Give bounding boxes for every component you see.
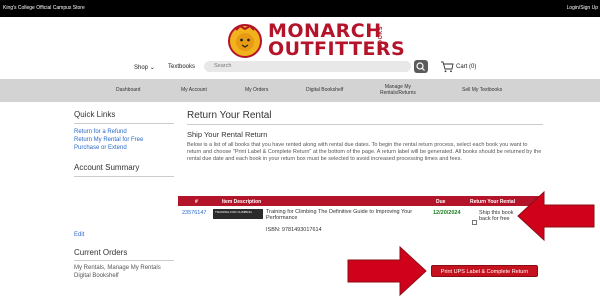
current-orders-text-2[interactable]: Digital Bookshelf <box>74 272 174 280</box>
col-number: # <box>195 199 198 205</box>
book-isbn: ISBN: 9781493017614 <box>266 227 322 233</box>
print-ups-label-button[interactable]: Print UPS Label & Complete Return <box>431 265 538 277</box>
brand-logo[interactable]: MONARCH OUTFITTERS & BOOKS <box>226 22 405 60</box>
cart-icon[interactable] <box>440 61 454 73</box>
divider <box>74 176 174 177</box>
book-title: Training for Climbing The Definitive Gui… <box>266 209 413 221</box>
menu-manage-rentals[interactable]: Manage My Rentals/Returns <box>380 84 416 96</box>
account-menu-bar: Dashboard My Account My Orders Digital B… <box>0 79 600 102</box>
rentals-table-header: # Item Description Due Return Your Renta… <box>178 196 542 206</box>
divider <box>187 124 543 125</box>
ship-back-checkbox[interactable] <box>472 220 477 225</box>
current-orders-text[interactable]: My Rentals, Manage My Rentals <box>74 264 174 272</box>
order-number-link[interactable]: 23576147 <box>182 210 206 216</box>
nav-row: Shop ⌄ Textbooks Search Cart (0) <box>0 60 600 75</box>
edit-account-link[interactable]: Edit <box>74 231 174 239</box>
sidebar-link-refund[interactable]: Return for a Refund <box>74 128 174 136</box>
textbooks-link[interactable]: Textbooks <box>168 64 195 70</box>
search-input[interactable]: Search <box>204 61 411 72</box>
menu-my-orders[interactable]: My Orders <box>245 87 268 93</box>
due-date: 12/20/2024 <box>433 210 461 216</box>
top-bar: King's College Official Campus Store Log… <box>0 0 600 17</box>
sidebar-link-return-rental[interactable]: Return My Rental for Free <box>74 136 174 144</box>
col-return: Return Your Rental <box>470 199 516 205</box>
menu-digital-bookshelf[interactable]: Digital Bookshelf <box>306 87 343 93</box>
brand-books-label: & BOOKS <box>378 26 384 56</box>
col-item-description: Item Description <box>222 199 262 205</box>
chevron-down-icon: ⌄ <box>149 65 155 71</box>
menu-dashboard[interactable]: Dashboard <box>116 87 140 93</box>
annotation-arrow-right-icon <box>517 190 595 242</box>
sidebar: Quick Links Return for a Refund Return M… <box>74 110 174 280</box>
instructions-text: Below is a list of all books that you ha… <box>187 142 542 162</box>
sidebar-link-purchase-extend[interactable]: Purchase or Extend <box>74 144 174 152</box>
main-content: Return Your Rental Ship Your Rental Retu… <box>187 110 543 163</box>
current-orders-title: Current Orders <box>74 248 128 257</box>
search-icon <box>416 62 425 71</box>
lion-logo-icon <box>228 24 262 58</box>
col-due: Due <box>436 199 446 205</box>
section-subtitle: Ship Your Rental Return <box>187 130 268 139</box>
divider <box>74 123 174 124</box>
book-cover-thumbnail: TRAINING FOR CLIMBING <box>213 209 263 219</box>
divider <box>74 260 174 261</box>
table-row: 23576147 TRAINING FOR CLIMBING Training … <box>178 207 542 233</box>
page-title: Return Your Rental <box>187 110 272 121</box>
menu-my-account[interactable]: My Account <box>181 87 207 93</box>
cart-link[interactable]: Cart (0) <box>456 64 476 70</box>
shop-menu[interactable]: Shop ⌄ <box>134 64 155 71</box>
store-name[interactable]: King's College Official Campus Store <box>3 5 85 11</box>
menu-sell-textbooks[interactable]: Sell My Textbooks <box>462 87 502 93</box>
login-link[interactable]: Login/Sign Up <box>567 5 598 11</box>
account-summary-title: Account Summary <box>74 163 140 172</box>
search-button[interactable] <box>414 60 428 73</box>
quick-links-title: Quick Links <box>74 110 116 119</box>
annotation-arrow-left-icon <box>347 245 427 297</box>
